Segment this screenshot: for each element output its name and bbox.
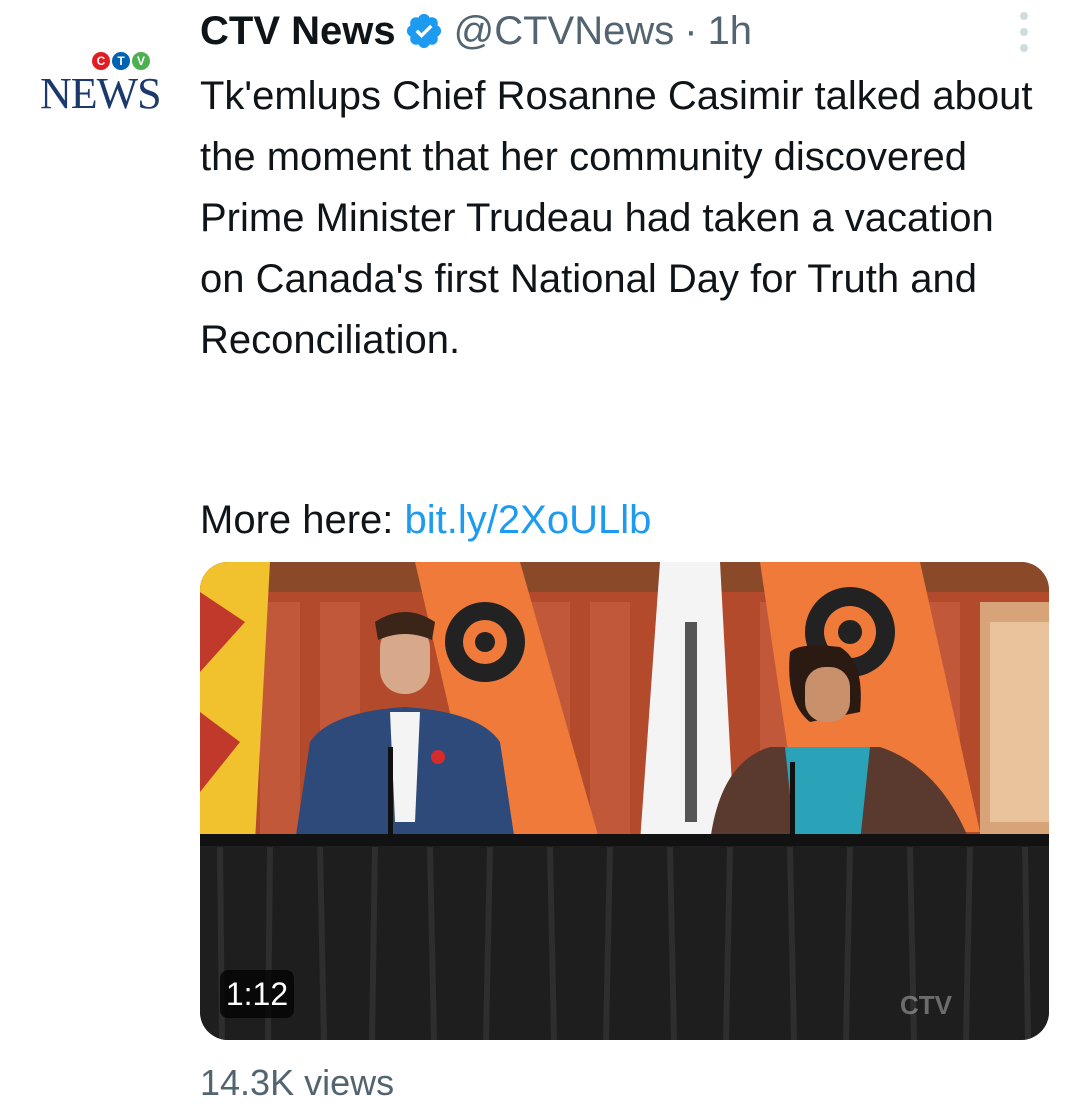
more-here-line: More here: bit.ly/2XoULlb <box>200 490 651 551</box>
video-watermark: CTV <box>900 990 953 1020</box>
more-options-icon[interactable] <box>1012 12 1036 52</box>
video-duration-badge: 1:12 <box>220 970 294 1018</box>
avatar[interactable]: C T V NEWS <box>40 50 168 120</box>
ctv-letter-t: T <box>112 52 130 70</box>
more-dot <box>1020 44 1028 52</box>
header-separator: · <box>684 8 698 53</box>
ctv-logo-mark: C T V <box>92 52 156 70</box>
ctv-letter-v: V <box>132 52 150 70</box>
tweet-header: CTV News @CTVNews · 1h <box>200 6 752 56</box>
more-dot <box>1020 28 1028 36</box>
more-here-label: More here: <box>200 498 394 542</box>
ctv-letter-c: C <box>92 52 110 70</box>
video-thumbnail: CTV <box>200 562 1049 1040</box>
user-handle[interactable]: @CTVNews <box>454 9 675 54</box>
display-name[interactable]: CTV News <box>200 9 396 54</box>
timestamp[interactable]: 1h <box>708 9 753 54</box>
more-dot <box>1020 12 1028 20</box>
view-count: 14.3K views <box>200 1062 395 1103</box>
avatar-wordmark: NEWS <box>40 69 162 118</box>
video-player[interactable]: CTV 1:12 <box>200 562 1049 1040</box>
tweet-text: Tk'emlups Chief Rosanne Casimir talked a… <box>200 74 1033 362</box>
tweet-link[interactable]: bit.ly/2XoULlb <box>405 498 652 542</box>
verified-badge-icon <box>404 11 444 51</box>
